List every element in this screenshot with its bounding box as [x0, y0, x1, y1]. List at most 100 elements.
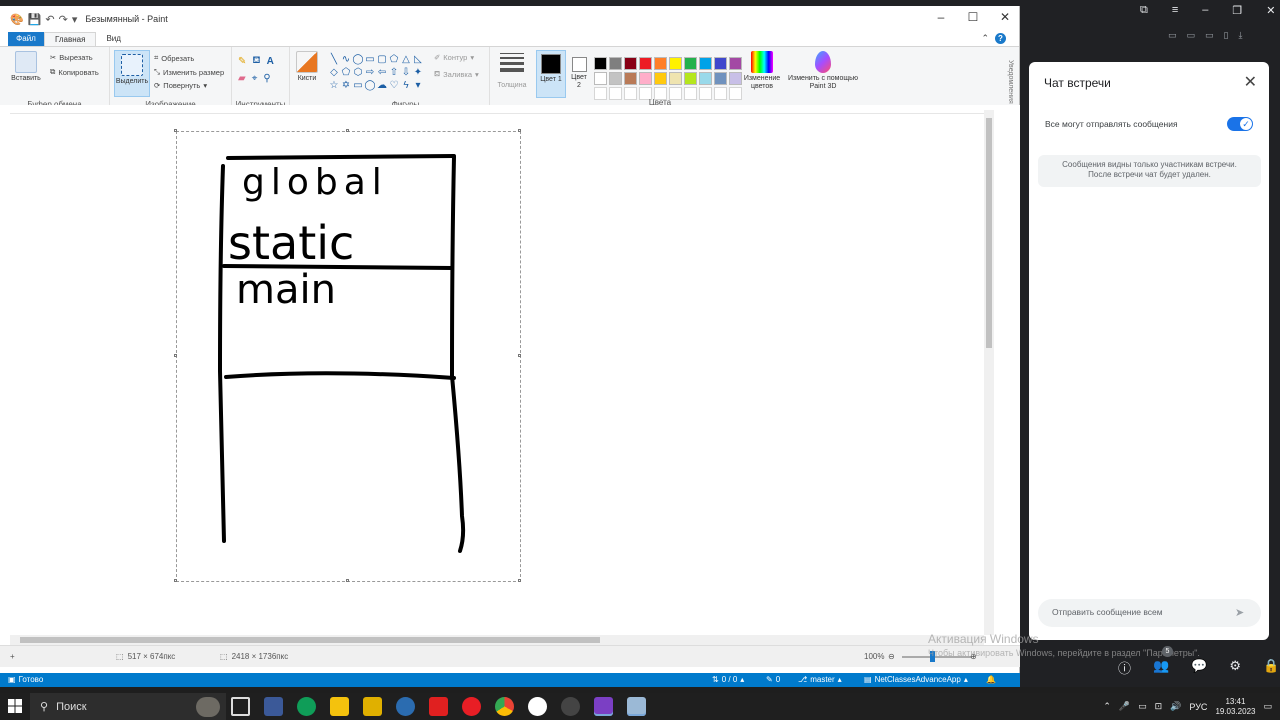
network-icon[interactable]: ⊡	[1155, 701, 1163, 712]
text-icon[interactable]: A	[267, 56, 274, 67]
crop-button[interactable]: ⌗ Обрезать	[154, 53, 194, 63]
horizontal-scroll-thumb[interactable]	[20, 637, 600, 643]
collapse-ribbon-icon[interactable]: ⌃	[981, 33, 989, 44]
chat-icon[interactable]: 💬	[1191, 658, 1207, 677]
line-shape-icon[interactable]: ╲	[328, 53, 340, 66]
copy-button[interactable]: ⧉ Копировать	[50, 67, 99, 77]
rotate-button[interactable]: ⟳ Повернуть ▾	[154, 81, 207, 90]
tab-search-icon[interactable]: ⧉	[1140, 4, 1148, 17]
vertical-scrollbar[interactable]	[984, 110, 994, 635]
right-arrow-shape-icon[interactable]: ⇨	[364, 66, 376, 79]
send-icon[interactable]: ➤	[1235, 606, 1259, 619]
chrome-icon[interactable]	[495, 697, 514, 716]
palette-swatch[interactable]	[594, 72, 607, 85]
people-icon[interactable]: 👥	[1153, 658, 1169, 677]
tab-view[interactable]: Вид	[96, 32, 130, 46]
palette-swatch[interactable]	[714, 57, 727, 70]
brushes-button[interactable]: Кисти	[294, 51, 320, 83]
palette-swatch[interactable]	[729, 87, 742, 100]
notification-bell-icon[interactable]: 🔔	[986, 675, 996, 684]
branch-status[interactable]: ⎇ master ▴	[798, 675, 842, 684]
fill-icon[interactable]: ⛾	[252, 55, 260, 68]
pentagon-shape-icon[interactable]: ⬠	[340, 66, 352, 79]
host-controls-icon[interactable]: 🔒	[1263, 658, 1279, 677]
palette-swatch[interactable]	[609, 72, 622, 85]
chat-message-input[interactable]: Отправить сообщение всем	[1038, 599, 1261, 627]
picture-icon[interactable]: ▭	[1187, 30, 1196, 41]
oval-shape-icon[interactable]: ◯	[352, 53, 364, 66]
palette-swatch[interactable]	[699, 57, 712, 70]
polygon-shape-icon[interactable]: ⬠	[388, 53, 400, 66]
size-button[interactable]: Толщина	[494, 51, 530, 90]
activities-icon[interactable]: ⚙	[1229, 658, 1241, 677]
bookmark-icon[interactable]: ▯	[1224, 30, 1229, 41]
task-view-icon[interactable]	[231, 697, 250, 716]
palette-swatch[interactable]	[594, 57, 607, 70]
diamond-shape-icon[interactable]: ◇	[328, 66, 340, 79]
clock[interactable]: 13:41 19.03.2023	[1215, 697, 1255, 717]
shapes-more-icon[interactable]: ▾	[412, 79, 424, 92]
palette-swatch[interactable]	[639, 72, 652, 85]
battery-icon[interactable]: ▭	[1138, 701, 1147, 712]
color-picker-icon[interactable]: ⌖	[252, 73, 258, 84]
opera-icon[interactable]	[462, 697, 481, 716]
hexagon-shape-icon[interactable]: ⬡	[352, 66, 364, 79]
redo-icon[interactable]: ↷	[59, 13, 68, 26]
help-icon[interactable]: ?	[995, 33, 1006, 44]
palette-swatch[interactable]	[609, 57, 622, 70]
volume-icon[interactable]: 🔊	[1170, 701, 1181, 712]
chevron-up-icon[interactable]: ⌃	[1103, 701, 1111, 712]
palette-swatch[interactable]	[624, 57, 637, 70]
download-icon[interactable]: ⤓	[1239, 30, 1243, 41]
camera-icon[interactable]: ▭	[1168, 30, 1177, 41]
zoom-out-icon[interactable]: ⊖	[888, 652, 895, 661]
pencil-icon[interactable]: ✎	[238, 56, 246, 67]
minimize-icon[interactable]: –	[1202, 4, 1208, 17]
palette-swatch[interactable]	[684, 72, 697, 85]
menu-icon[interactable]: ≡	[1172, 4, 1178, 17]
palette-swatch[interactable]	[624, 72, 637, 85]
edit-colors-button[interactable]: Изменение цветов	[738, 51, 786, 91]
curve-shape-icon[interactable]: ∿	[340, 53, 352, 66]
customize-qat-icon[interactable]: ▾	[72, 13, 78, 26]
minimize-button[interactable]: –	[934, 10, 948, 24]
palette-swatch[interactable]	[669, 72, 682, 85]
vertical-scroll-thumb[interactable]	[986, 118, 992, 348]
color2-button[interactable]: Цвет 2	[570, 51, 588, 90]
maximize-button[interactable]: ☐	[966, 10, 980, 24]
lightning-shape-icon[interactable]: ϟ	[400, 79, 412, 92]
paint-icon[interactable]	[627, 697, 646, 716]
star6-shape-icon[interactable]: ✡	[340, 79, 352, 92]
save-icon[interactable]: 💾	[28, 13, 42, 26]
windows-start-icon[interactable]	[8, 699, 22, 713]
microphone-icon[interactable]: 🎤	[1119, 701, 1130, 712]
right-triangle-shape-icon[interactable]: ◺	[412, 53, 424, 66]
app-icon-c[interactable]	[396, 697, 415, 716]
palette-swatch[interactable]	[684, 57, 697, 70]
eraser-icon[interactable]: ▰	[238, 73, 246, 84]
taskbar-search[interactable]: ⚲ Поиск	[30, 693, 226, 720]
chat-icon[interactable]: ▭	[1205, 30, 1214, 41]
down-arrow-shape-icon[interactable]: ⇩	[400, 66, 412, 79]
select-button[interactable]: Выделить	[114, 50, 150, 97]
notifications-icon[interactable]: ▭	[1263, 701, 1272, 712]
github-icon[interactable]	[561, 697, 580, 716]
close-button[interactable]: ✕	[998, 10, 1012, 24]
callout-oval-shape-icon[interactable]: ◯	[364, 79, 376, 92]
triangle-shape-icon[interactable]: △	[400, 53, 412, 66]
store-icon[interactable]	[363, 697, 382, 716]
palette-swatch[interactable]	[699, 72, 712, 85]
rectangle-shape-icon[interactable]: ▭	[364, 53, 376, 66]
info-icon[interactable]: ⓘ	[1118, 658, 1131, 677]
palette-swatch[interactable]	[654, 57, 667, 70]
language-indicator[interactable]: РУС	[1189, 702, 1207, 712]
rounded-rect-shape-icon[interactable]: ▢	[376, 53, 388, 66]
changes-status[interactable]: ⇅ 0 / 0 ▴	[712, 675, 744, 684]
cloud-shape-icon[interactable]: ☁	[376, 79, 388, 92]
add-icon[interactable]: +	[10, 652, 15, 661]
yandex-browser-icon[interactable]	[528, 697, 547, 716]
allow-messages-toggle[interactable]: ✓	[1227, 117, 1253, 131]
callout-rect-shape-icon[interactable]: ▭	[352, 79, 364, 92]
horizontal-scrollbar[interactable]	[10, 635, 984, 645]
paint3d-button[interactable]: Изменить с помощью Paint 3D	[788, 51, 858, 91]
